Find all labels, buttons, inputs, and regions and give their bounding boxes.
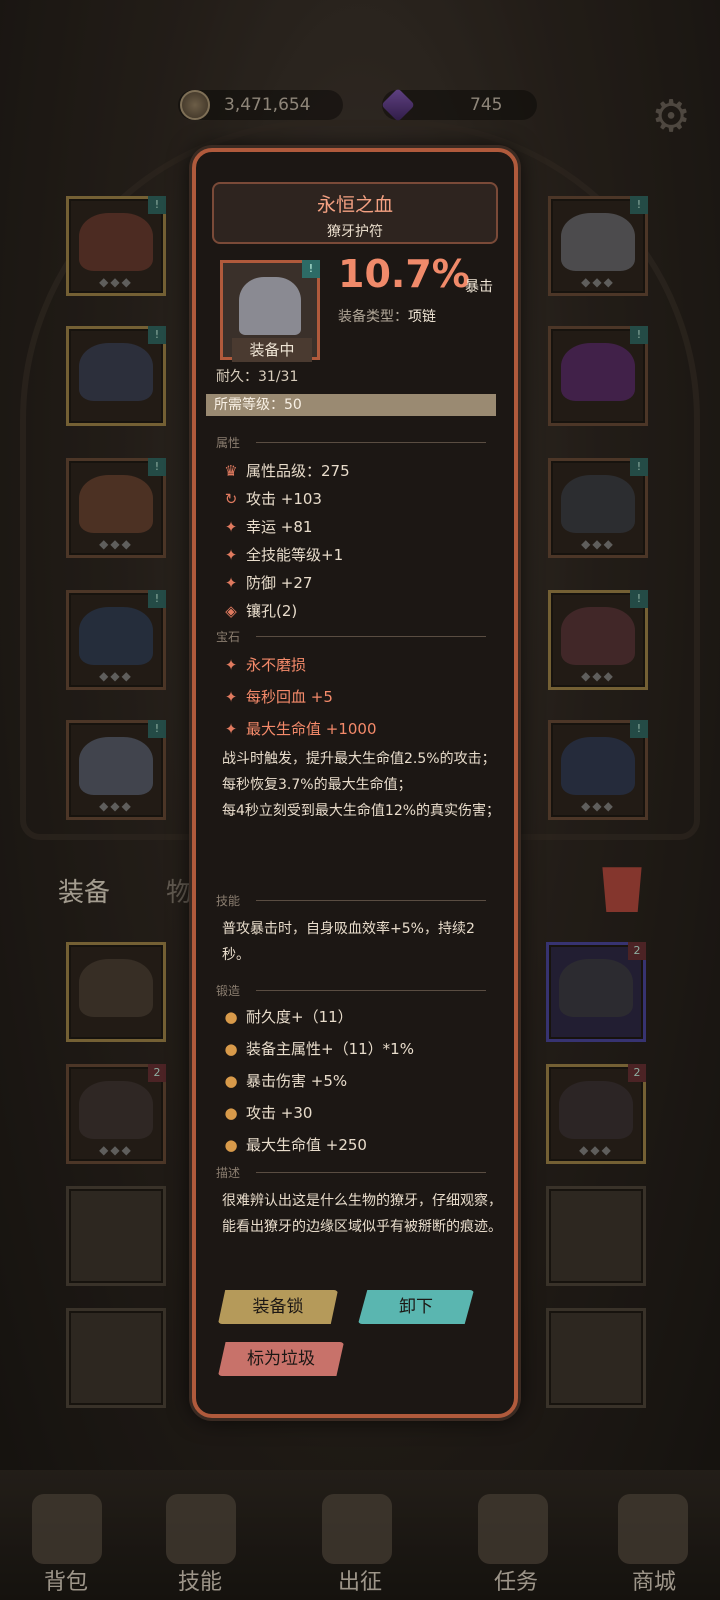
forge-text: 攻击 +30 <box>246 1104 313 1122</box>
dot-icon: ● <box>224 1008 238 1026</box>
mark-junk-button[interactable]: 标为垃圾 <box>218 1342 344 1376</box>
forge-text: 耐久度+（11） <box>246 1008 353 1026</box>
gem-effect-line: 战斗时触发，提升最大生命值2.5%的攻击； <box>222 751 496 767</box>
attr-text: 全技能等级+1 <box>246 546 344 564</box>
star-icon: ✦ <box>224 518 238 536</box>
section-forge: 锻造 <box>216 982 496 998</box>
star-icon: ✦ <box>224 546 238 564</box>
gem-text: 最大生命值 +1000 <box>246 720 377 738</box>
gem-effect-line: 每秒恢复3.7%的最大生命值； <box>222 777 412 793</box>
sparkle-icon: ✦ <box>224 720 238 738</box>
amulet-art <box>239 277 301 335</box>
forge-text: 装备主属性+（11）*1% <box>246 1040 414 1058</box>
forge-line: ● 耐久度+（11） <box>222 1006 353 1027</box>
gem-line: ✦ 每秒回血 +5 <box>222 686 333 707</box>
crown-icon: ♛ <box>224 462 238 480</box>
forge-line: ● 装备主属性+（11）*1% <box>222 1038 414 1059</box>
section-attributes: 属性 <box>216 434 496 450</box>
item-detail-popup: 永恒之血 獠牙护符 ! 装备中 10.7% 暴击 装备类型：项链 耐久：31/3… <box>192 148 518 1418</box>
section-description: 描述 <box>216 1164 496 1180</box>
star-icon: ✦ <box>224 574 238 592</box>
gem-effect-line: 每4秒立刻受到最大生命值12%的真实伤害； <box>222 803 501 819</box>
attr-line: ✦ 防御 +27 <box>222 572 313 593</box>
equip-category: 装备类型：项链 <box>338 306 436 326</box>
attr-line: ↻ 攻击 +103 <box>222 488 322 509</box>
equip-lock-button[interactable]: 装备锁 <box>218 1290 338 1324</box>
unequip-button[interactable]: 卸下 <box>358 1290 474 1324</box>
section-gems: 宝石 <box>216 628 496 644</box>
main-stat-label: 暴击 <box>465 279 493 295</box>
equipped-label: 装备中 <box>232 338 312 362</box>
main-stat-value: 10.7% <box>338 252 470 296</box>
forge-line: ● 最大生命值 +250 <box>222 1134 367 1155</box>
gem-effect-text: 战斗时触发，提升最大生命值2.5%的攻击； 每秒恢复3.7%的最大生命值； 每4… <box>222 746 502 824</box>
dot-icon: ● <box>224 1072 238 1090</box>
slot-badge: ! <box>302 260 320 278</box>
forge-text: 暴击伤害 +5% <box>246 1072 348 1090</box>
refresh-icon: ↻ <box>224 490 238 508</box>
item-header: 永恒之血 獠牙护符 <box>212 182 498 244</box>
sparkle-icon: ✦ <box>224 688 238 706</box>
attr-line: ✦ 幸运 +81 <box>222 516 313 537</box>
durability: 耐久：31/31 <box>216 369 299 385</box>
attr-line: ♛ 属性品级：275 <box>222 460 350 481</box>
section-skill: 技能 <box>216 892 496 908</box>
gem-text: 每秒回血 +5 <box>246 688 333 706</box>
required-level: 所需等级：50 <box>206 394 496 416</box>
forge-text: 最大生命值 +250 <box>246 1136 367 1154</box>
forge-line: ● 暴击伤害 +5% <box>222 1070 347 1091</box>
attr-line: ✦ 全技能等级+1 <box>222 544 343 565</box>
diamond-icon: ◈ <box>225 602 237 620</box>
category-label: 装备类型： <box>338 309 408 325</box>
skill-text: 普攻暴击时，自身吸血效率+5%，持续2秒。 <box>222 921 475 963</box>
attr-text: 幸运 +81 <box>246 518 313 536</box>
gem-line: ✦ 最大生命值 +1000 <box>222 718 377 739</box>
attr-text: 属性品级：275 <box>246 462 350 480</box>
item-type-name: 獠牙护符 <box>327 224 383 240</box>
attr-text: 防御 +27 <box>246 574 313 592</box>
dot-icon: ● <box>224 1104 238 1122</box>
attr-text: 镶孔(2) <box>246 602 298 620</box>
attr-text: 攻击 +103 <box>246 490 322 508</box>
category-value: 项链 <box>408 309 436 325</box>
description-text: 很难辨认出这是什么生物的獠牙，仔细观察，能看出獠牙的边缘区域似乎有被掰断的痕迹。 <box>222 1193 502 1235</box>
item-name: 永恒之血 <box>316 194 393 216</box>
dot-icon: ● <box>224 1040 238 1058</box>
gem-line: ✦ 永不磨损 <box>222 654 306 675</box>
forge-line: ● 攻击 +30 <box>222 1102 312 1123</box>
attr-line: ◈ 镶孔(2) <box>222 600 297 621</box>
sparkle-icon: ✦ <box>224 656 238 674</box>
dot-icon: ● <box>224 1136 238 1154</box>
gem-text: 永不磨损 <box>246 656 307 674</box>
